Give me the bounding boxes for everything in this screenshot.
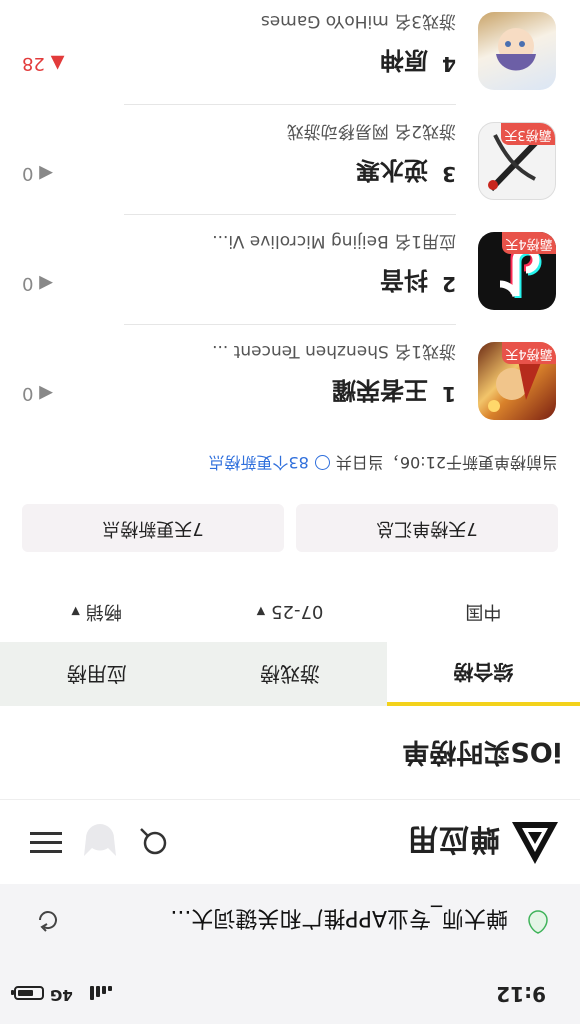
- trend-arrow-icon: ◀: [39, 383, 54, 404]
- menu-icon[interactable]: [30, 828, 62, 856]
- rank-number: 2: [442, 272, 456, 296]
- url-text[interactable]: 蝉大师_专业APP推广和关键词大...: [88, 904, 508, 936]
- app-name: 逆水寒: [356, 156, 428, 184]
- trend-indicator: ◀ 0: [22, 383, 53, 404]
- action-buttons: 7天榜单汇总 7天更新榜点: [22, 504, 558, 552]
- country-filter[interactable]: 中国: [387, 580, 580, 642]
- signal-icon: [86, 986, 112, 1002]
- app-meta: 游戏3名 miHoYo Games: [260, 11, 456, 31]
- trend-indicator: ◀ 0: [22, 163, 53, 184]
- chart-type-filter[interactable]: 畅销 ▼: [0, 580, 193, 642]
- clock-icon: [314, 455, 330, 470]
- screen: 9:12 4G 蝉大师_专业APP推广和关键词大... 蝉应用 iOS实时榜单 …: [0, 0, 580, 1024]
- weekly-summary-button[interactable]: 7天榜单汇总: [296, 504, 558, 552]
- app-meta: 应用1名 Beijing Microlive Vi...: [212, 231, 456, 251]
- badge: 霸榜4天: [502, 342, 556, 364]
- chanyingyong-logo-icon: [512, 822, 558, 864]
- chart-type-label: 畅销: [85, 601, 122, 622]
- reload-icon[interactable]: [34, 906, 62, 934]
- brand-name: 蝉应用: [407, 821, 500, 856]
- divider: [124, 324, 456, 325]
- douyin-app-icon: 霸榜4天: [478, 232, 556, 310]
- rank-number: 4: [442, 52, 456, 76]
- app-name: 王者荣耀: [332, 376, 428, 404]
- trend-indicator: ◀ 0: [22, 273, 53, 294]
- trend-value: 0: [22, 383, 34, 404]
- battery-fill: [18, 990, 33, 996]
- tab-games[interactable]: 游戏榜: [193, 642, 386, 706]
- trend-indicator: ▲ 28: [22, 53, 64, 74]
- weekly-updates-button[interactable]: 7天更新榜点: [22, 504, 284, 552]
- chevron-down-icon: ▼: [256, 605, 266, 618]
- app-header: 蝉应用: [0, 799, 580, 884]
- app-meta: 游戏1名 Shenzhen Tencent ...: [212, 341, 456, 361]
- trend-value: 0: [22, 163, 34, 184]
- nishuihan-app-icon: 霸榜3天: [478, 122, 556, 200]
- date-label: 07-25: [271, 601, 324, 622]
- divider: [124, 104, 456, 105]
- divider: [124, 214, 456, 215]
- user-avatar-icon[interactable]: [80, 824, 120, 860]
- app-name: 原神: [380, 46, 428, 74]
- tab-overall[interactable]: 综合榜: [386, 642, 580, 706]
- trend-arrow-icon: ◀: [39, 163, 54, 184]
- app-name: 抖音: [380, 266, 428, 294]
- trend-arrow-icon: ◀: [39, 273, 54, 294]
- trend-value: 28: [22, 53, 45, 74]
- rank-row[interactable]: 霸榜4天 1 王者荣耀 游戏1名 Shenzhen Tencent ... ◀ …: [0, 324, 580, 434]
- filter-bar: 中国 07-25 ▼ 畅销 ▼: [0, 580, 580, 642]
- battery-icon: [14, 986, 44, 1000]
- app-meta: 游戏2名 网易移动游戏: [286, 121, 456, 141]
- rank-row[interactable]: 霸榜4天 2 抖音 应用1名 Beijing Microlive Vi... ◀…: [0, 214, 580, 324]
- honor-of-kings-app-icon: 霸榜4天: [478, 342, 556, 420]
- rank-number: 1: [442, 382, 456, 406]
- search-icon[interactable]: [138, 826, 170, 858]
- rank-row[interactable]: 4 原神 游戏3名 miHoYo Games ▲ 28: [0, 0, 580, 104]
- update-info: 当前榜单更新于21:06，当日共 83个更新榜点: [18, 452, 559, 476]
- date-filter[interactable]: 07-25 ▼: [193, 580, 386, 642]
- tab-apps[interactable]: 应用榜: [0, 642, 193, 706]
- rank-row[interactable]: 霸榜3天 3 逆水寒 游戏2名 网易移动游戏 ◀ 0: [0, 104, 580, 214]
- country-label: 中国: [465, 601, 502, 622]
- genshin-impact-app-icon: [478, 12, 556, 90]
- trend-value: 0: [22, 273, 34, 294]
- rank-tabs: 综合榜 游戏榜 应用榜: [0, 642, 580, 706]
- page-title: iOS实时榜单: [402, 736, 562, 767]
- update-text: 当前榜单更新于21:06，当日共: [335, 453, 558, 472]
- browser-url-bar[interactable]: 蝉大师_专业APP推广和关键词大...: [0, 883, 580, 960]
- badge: 霸榜4天: [502, 232, 556, 254]
- status-bar: 9:12 4G: [0, 960, 580, 1024]
- secure-shield-icon: [528, 910, 548, 934]
- badge: 霸榜3天: [501, 123, 555, 145]
- trend-up-icon: ▲: [50, 53, 65, 74]
- chevron-down-icon: ▼: [71, 605, 80, 618]
- update-count-link[interactable]: 83个更新榜点: [209, 453, 309, 472]
- rank-number: 3: [442, 162, 456, 186]
- status-time: 9:12: [496, 982, 546, 1006]
- network-type: 4G: [50, 986, 73, 1004]
